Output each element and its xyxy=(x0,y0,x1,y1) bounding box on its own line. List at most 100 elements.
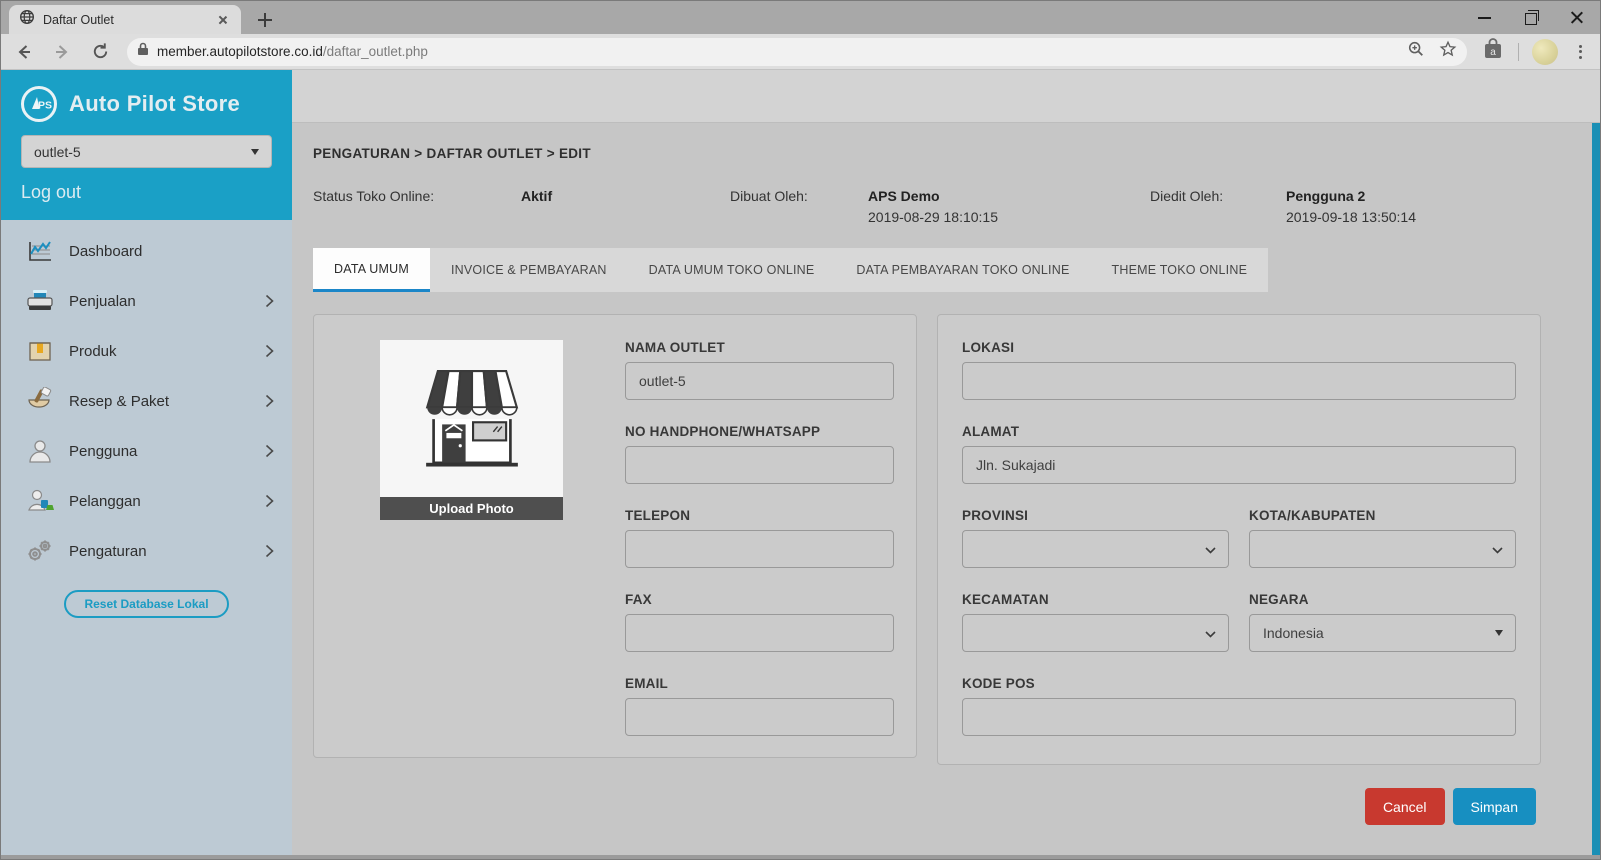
status-row: Status Toko Online: Aktif Dibuat Oleh: A… xyxy=(292,188,1600,248)
url-domain: member.autopilotstore.co.id xyxy=(157,44,323,59)
edited-by-value: Pengguna 2 xyxy=(1286,188,1365,204)
kode-pos-input[interactable] xyxy=(962,698,1516,736)
chevron-right-icon xyxy=(265,394,274,408)
alamat-input[interactable] xyxy=(962,446,1516,484)
sidebar-item-label: Dashboard xyxy=(69,243,274,260)
tab-theme-toko-online[interactable]: THEME TOKO ONLINE xyxy=(1091,248,1269,292)
url-text: member.autopilotstore.co.id/daftar_outle… xyxy=(157,44,428,59)
panel-location-data: LOKASI ALAMAT PROVINSI xyxy=(937,314,1541,765)
email-input[interactable] xyxy=(625,698,894,736)
field-label-alamat: ALAMAT xyxy=(962,424,1516,439)
sidebar-item-resep-paket[interactable]: Resep & Paket xyxy=(1,376,292,426)
field-label-lokasi: LOKASI xyxy=(962,340,1516,355)
form-actions: Cancel Simpan xyxy=(1365,788,1536,825)
tab-invoice-pembayaran[interactable]: INVOICE & PEMBAYARAN xyxy=(430,248,628,292)
store-icon xyxy=(408,354,536,482)
cancel-button[interactable]: Cancel xyxy=(1365,788,1445,825)
reset-database-button[interactable]: Reset Database Lokal xyxy=(64,590,228,618)
url-path: /daftar_outlet.php xyxy=(323,44,428,59)
customer-icon xyxy=(25,486,55,516)
main-content: PENGATURAN > DAFTAR OUTLET > EDIT Status… xyxy=(292,70,1600,859)
nama-outlet-input[interactable] xyxy=(625,362,894,400)
profile-avatar[interactable] xyxy=(1532,39,1558,65)
svg-text:a: a xyxy=(1490,47,1496,58)
browser-window: Daftar Outlet member.autopilotstore.co.i… xyxy=(0,0,1601,860)
aps-logo-icon: PS xyxy=(21,86,57,122)
window-minimize-button[interactable] xyxy=(1462,1,1508,34)
lokasi-input[interactable] xyxy=(962,362,1516,400)
save-button[interactable]: Simpan xyxy=(1453,788,1536,825)
field-label-negara: NEGARA xyxy=(1249,592,1516,607)
refresh-button[interactable] xyxy=(85,37,115,67)
sidebar: PS Auto Pilot Store outlet-5 Log out Das… xyxy=(1,70,292,859)
url-bar[interactable]: member.autopilotstore.co.id/daftar_outle… xyxy=(127,38,1467,66)
tab-data-pembayaran-toko-online[interactable]: DATA PEMBAYARAN TOKO ONLINE xyxy=(835,248,1090,292)
dashboard-icon xyxy=(25,236,55,266)
kota-select[interactable] xyxy=(1249,530,1516,568)
field-label-provinsi: PROVINSI xyxy=(962,508,1229,523)
panel-general-data: Upload Photo NAMA OUTLET NO HANDPHONE/WH… xyxy=(313,314,917,758)
sidebar-item-pelanggan[interactable]: Pelanggan xyxy=(1,476,292,526)
new-tab-button[interactable] xyxy=(253,9,277,31)
telepon-input[interactable] xyxy=(625,530,894,568)
field-label-handphone: NO HANDPHONE/WHATSAPP xyxy=(625,424,894,439)
sidebar-item-label: Produk xyxy=(69,343,265,360)
edited-at: 2019-09-18 13:50:14 xyxy=(1286,209,1416,225)
sidebar-item-label: Resep & Paket xyxy=(69,393,265,410)
sidebar-item-produk[interactable]: Produk xyxy=(1,326,292,376)
sales-icon xyxy=(25,286,55,316)
field-label-telepon: TELEPON xyxy=(625,508,894,523)
negara-select-value: Indonesia xyxy=(1263,625,1324,641)
provinsi-select[interactable] xyxy=(962,530,1229,568)
window-close-button[interactable] xyxy=(1554,1,1600,34)
outlet-photo: Upload Photo xyxy=(380,340,563,520)
tab-data-umum-toko-online[interactable]: DATA UMUM TOKO ONLINE xyxy=(628,248,836,292)
back-button[interactable] xyxy=(9,37,39,67)
logout-link[interactable]: Log out xyxy=(21,182,272,203)
chevron-down-icon xyxy=(1205,625,1216,641)
kecamatan-select[interactable] xyxy=(962,614,1229,652)
created-by-label: Dibuat Oleh: xyxy=(730,188,808,204)
chevron-right-icon xyxy=(265,444,274,458)
sidebar-item-dashboard[interactable]: Dashboard xyxy=(1,226,292,276)
created-at: 2019-08-29 18:10:15 xyxy=(868,209,998,225)
chevron-right-icon xyxy=(265,344,274,358)
sidebar-item-pengguna[interactable]: Pengguna xyxy=(1,426,292,476)
browser-menu-icon[interactable] xyxy=(1571,43,1589,61)
handphone-input[interactable] xyxy=(625,446,894,484)
tab-bar: DATA UMUM INVOICE & PEMBAYARAN DATA UMUM… xyxy=(313,248,1268,292)
negara-select[interactable]: Indonesia xyxy=(1249,614,1516,652)
outlet-select[interactable]: outlet-5 xyxy=(21,135,272,168)
fax-input[interactable] xyxy=(625,614,894,652)
field-label-email: EMAIL xyxy=(625,676,894,691)
user-icon xyxy=(25,436,55,466)
window-restore-button[interactable] xyxy=(1508,1,1554,34)
chevron-right-icon xyxy=(265,294,274,308)
upload-photo-button[interactable]: Upload Photo xyxy=(380,497,563,520)
forward-button[interactable] xyxy=(47,37,77,67)
browser-tab[interactable]: Daftar Outlet xyxy=(9,5,241,34)
svg-text:PS: PS xyxy=(38,100,52,112)
page-top-band xyxy=(292,70,1600,123)
edited-by-label: Diedit Oleh: xyxy=(1150,188,1223,204)
zoom-icon[interactable] xyxy=(1407,40,1425,63)
chevron-right-icon xyxy=(265,544,274,558)
sidebar-header: PS Auto Pilot Store outlet-5 Log out xyxy=(1,70,292,220)
recipe-icon xyxy=(25,386,55,416)
brand-name: Auto Pilot Store xyxy=(69,91,240,117)
sidebar-item-penjualan[interactable]: Penjualan xyxy=(1,276,292,326)
chevron-right-icon xyxy=(265,494,274,508)
sidebar-item-label: Pelanggan xyxy=(69,493,265,510)
tab-close-icon[interactable] xyxy=(215,12,231,28)
vertical-scrollbar[interactable] xyxy=(1592,123,1600,856)
tab-data-umum[interactable]: DATA UMUM xyxy=(313,248,430,292)
select-arrow-icon xyxy=(251,149,259,155)
extension-bag-icon[interactable]: a xyxy=(1481,37,1505,66)
chevron-down-icon xyxy=(1492,541,1503,557)
bookmark-star-icon[interactable] xyxy=(1439,40,1457,63)
field-label-kota: KOTA/KABUPATEN xyxy=(1249,508,1516,523)
window-bottom-edge xyxy=(1,855,1600,859)
browser-toolbar: member.autopilotstore.co.id/daftar_outle… xyxy=(1,34,1600,70)
sidebar-item-pengaturan[interactable]: Pengaturan xyxy=(1,526,292,576)
sidebar-item-label: Penjualan xyxy=(69,293,265,310)
